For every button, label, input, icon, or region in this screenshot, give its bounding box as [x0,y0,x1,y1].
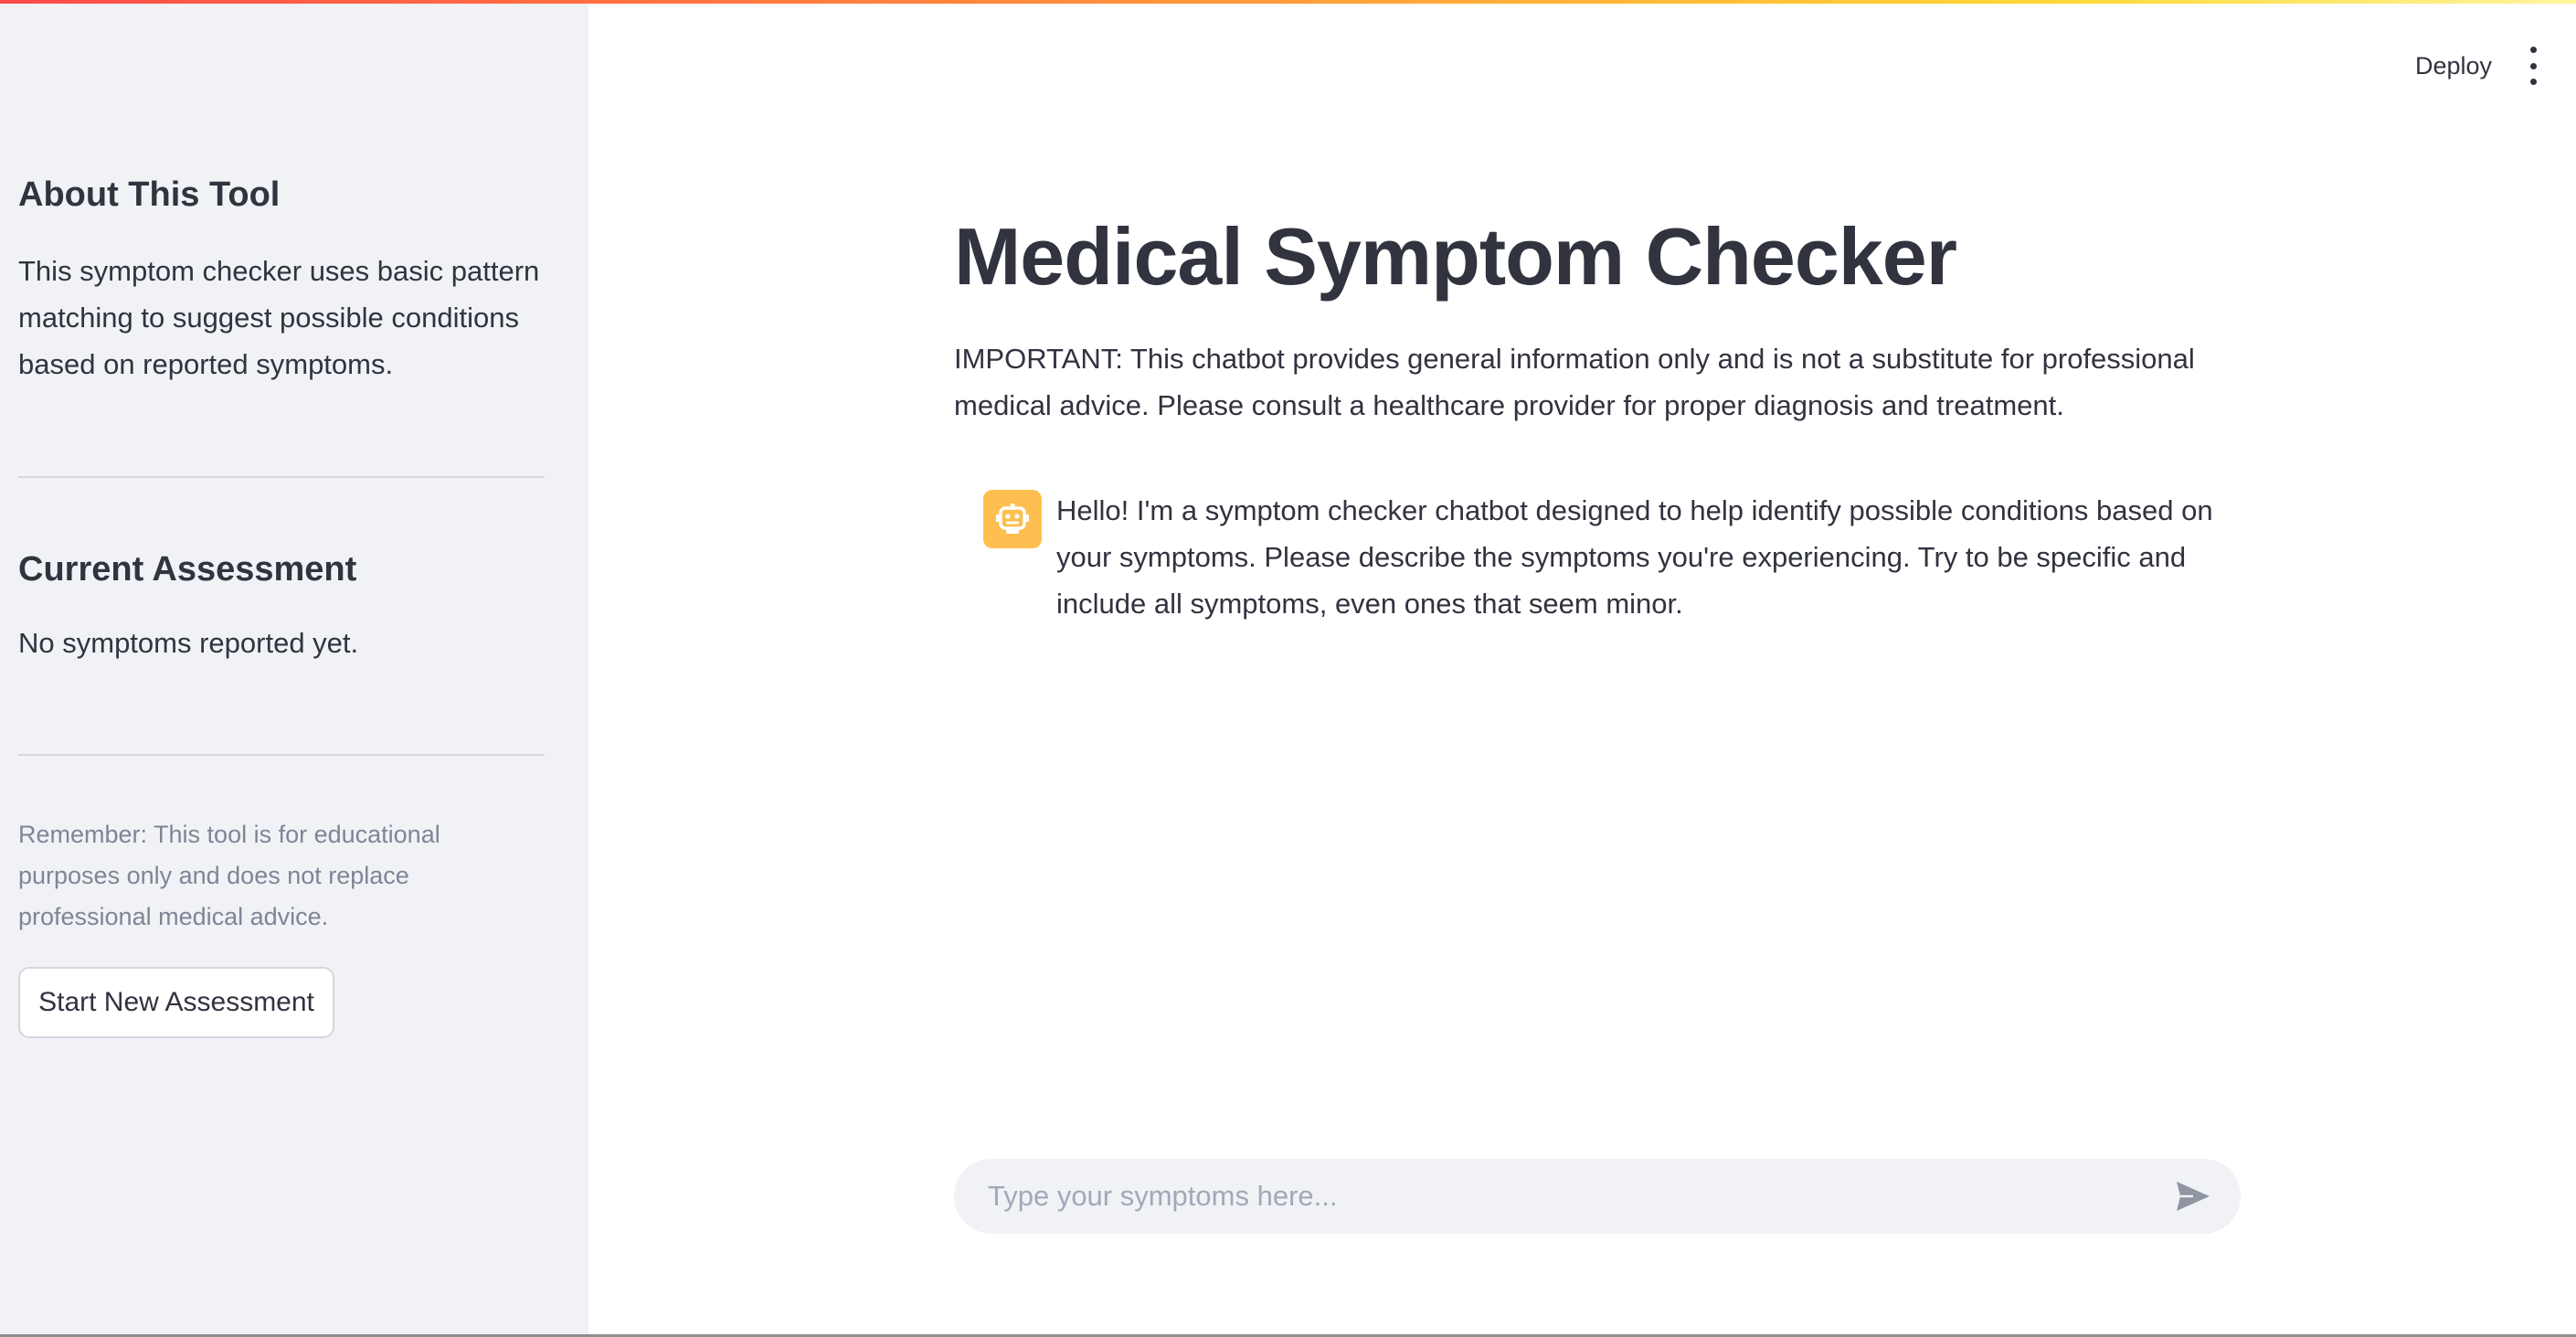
header-actions: Deploy [2415,37,2576,95]
chat-message-text: Hello! I'm a symptom checker chatbot des… [1056,494,2213,620]
page-title: Medical Symptom Checker [954,211,1957,302]
send-icon[interactable] [2173,1176,2213,1216]
sidebar: About This Tool This symptom checker use… [0,0,588,1337]
important-disclaimer: IMPORTANT: This chatbot provides general… [954,343,2195,421]
menu-dot [2529,62,2537,69]
about-section: About This Tool [18,175,545,215]
assessment-section: Current Assessment [18,550,545,589]
symptom-chat-input[interactable] [986,1179,2173,1214]
app-root: About This Tool This symptom checker use… [0,0,2576,1337]
chat-message-assistant: Hello! I'm a symptom checker chatbot des… [983,487,2242,627]
sidebar-divider [18,754,545,756]
disclaimer-note-block: Remember: This tool is for educational p… [18,814,545,938]
robot-icon [983,490,1042,548]
deploy-button[interactable]: Deploy [2415,52,2492,80]
sidebar-divider [18,476,545,478]
kebab-menu-icon[interactable] [2523,47,2543,85]
assessment-text: No symptoms reported yet. [18,627,359,659]
about-text: This symptom checker uses basic pattern … [18,255,540,380]
about-text-block: This symptom checker uses basic pattern … [18,248,545,387]
assessment-text-block: No symptoms reported yet. [18,620,545,666]
chat-input-container [954,1159,2241,1234]
top-decoration-bar [0,0,2576,4]
start-new-assessment-button[interactable]: Start New Assessment [18,967,334,1038]
sidebar-disclaimer-note: Remember: This tool is for educational p… [18,821,440,930]
menu-dot [2529,79,2537,85]
menu-dot [2529,47,2537,53]
about-heading: About This Tool [18,175,281,214]
assessment-heading: Current Assessment [18,550,357,589]
